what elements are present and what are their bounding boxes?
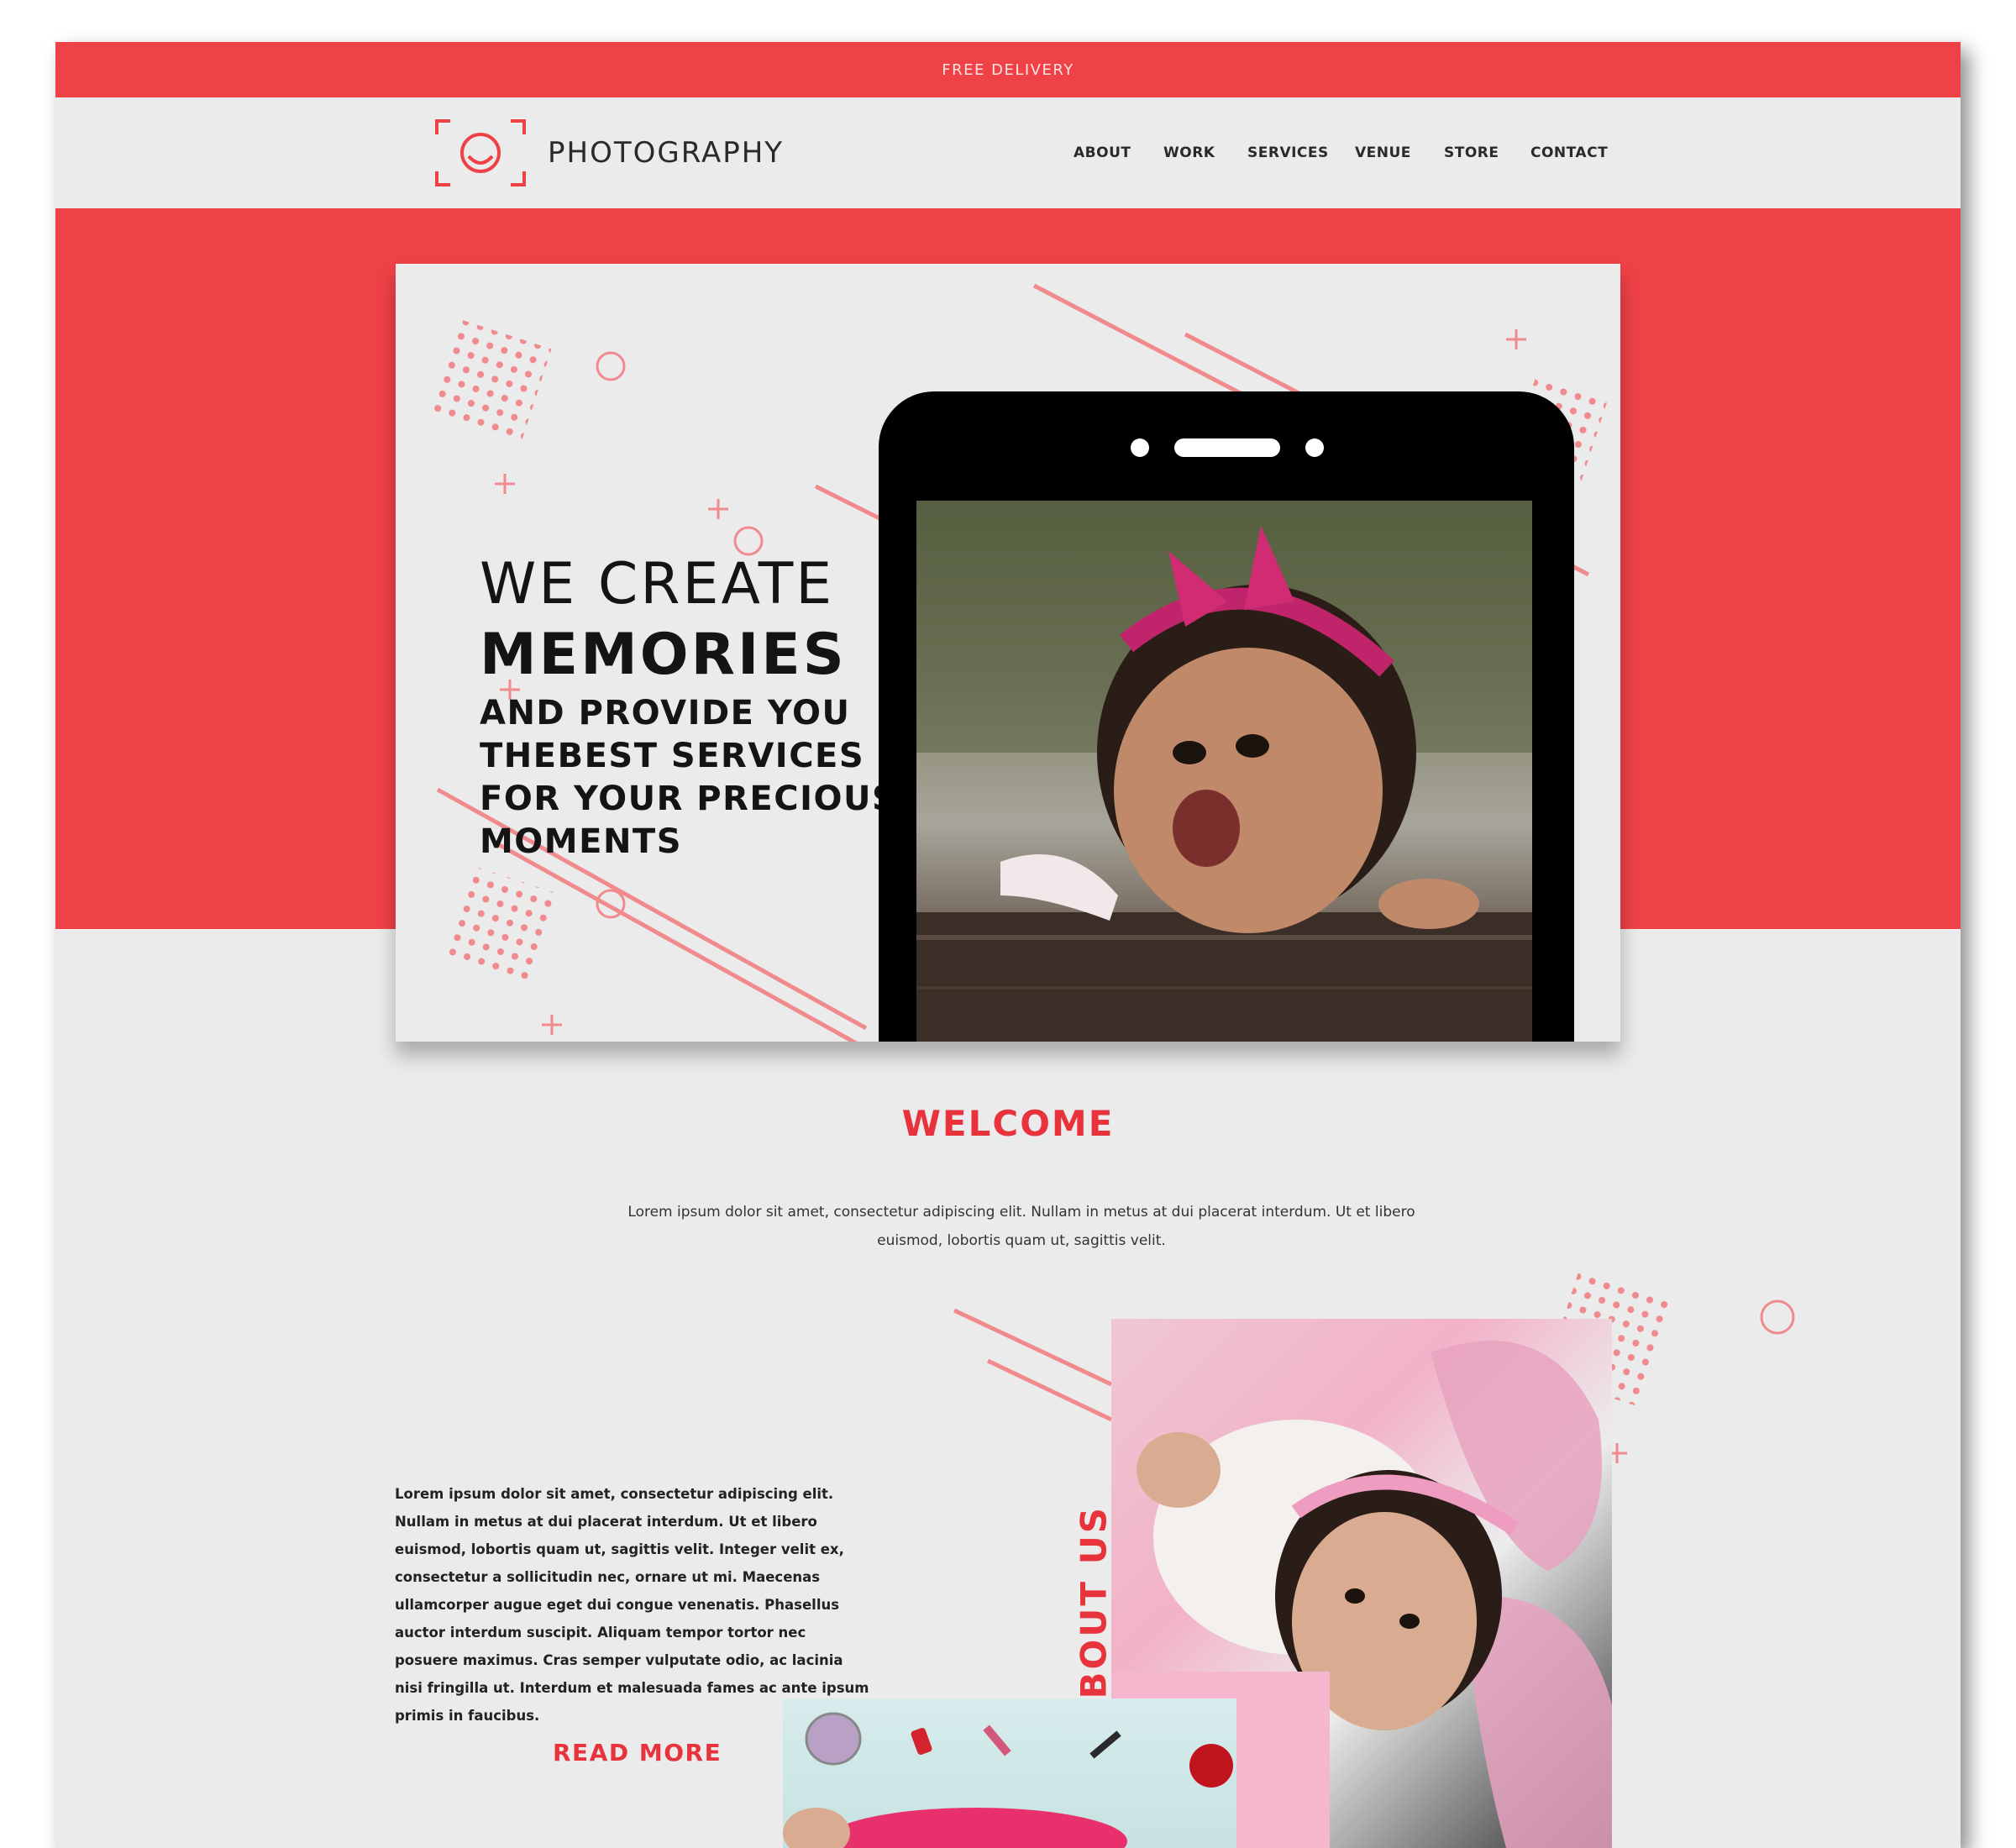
welcome-text: Lorem ipsum dolor sit amet, consectetur … <box>627 1204 1415 1249</box>
about-us-heading: ABOUT US <box>1074 1505 1115 1729</box>
flatlay-illustration <box>783 1712 1233 1848</box>
about-photo-flatlay <box>783 1698 1236 1848</box>
about-us-label: ABOUT US <box>1073 1505 1115 1729</box>
section-decoration <box>953 1272 1795 1463</box>
read-more-link[interactable]: READ MORE <box>553 1739 722 1767</box>
welcome-title: WELCOME <box>901 1103 1115 1144</box>
about-body-text: Lorem ipsum dolor sit amet, consectetur … <box>395 1486 869 1724</box>
webpage-mockup: FREE DELIVERY PHOTOGRAPHY ABOUT WORK SER… <box>55 42 1961 1848</box>
